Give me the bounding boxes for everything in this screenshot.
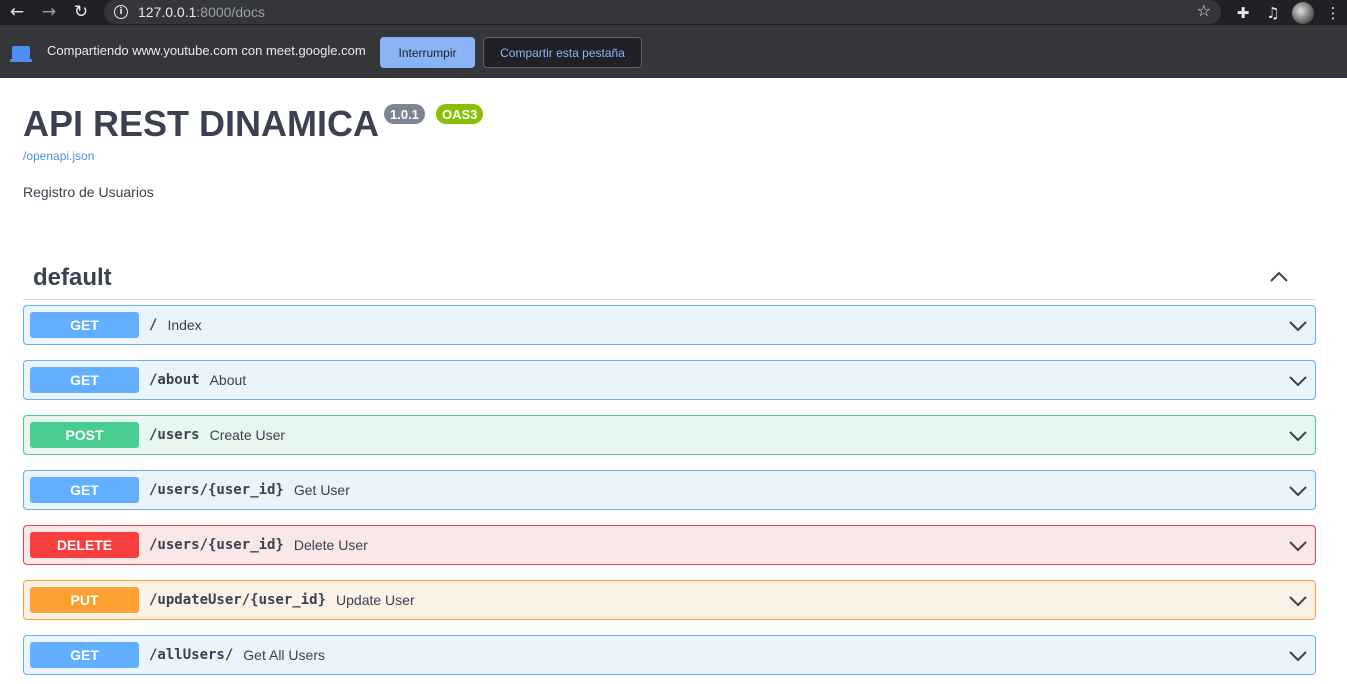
operation-get-all-users[interactable]: GET /allUsers/ Get All Users	[23, 635, 1316, 675]
api-description: Registro de Usuarios	[23, 184, 154, 200]
operation-put-update-user[interactable]: PUT /updateUser/{user_id} Update User	[23, 580, 1316, 620]
extensions-puzzle-icon[interactable]: ✚	[1232, 2, 1254, 24]
site-info-icon[interactable]: i	[114, 5, 128, 19]
operation-path: /	[149, 317, 158, 333]
chevron-down-icon[interactable]	[1287, 480, 1309, 502]
screen-share-icon	[10, 46, 32, 62]
operation-summary: Delete User	[293, 537, 368, 553]
media-control-icon[interactable]: ♫	[1262, 2, 1284, 24]
operation-path: /users	[149, 427, 200, 443]
url-path: :8000/docs	[196, 4, 265, 20]
stop-sharing-button[interactable]: Interrumpir	[380, 37, 475, 68]
chevron-down-icon[interactable]	[1287, 590, 1309, 612]
operation-get-user[interactable]: GET /users/{user_id} Get User	[23, 470, 1316, 510]
chevron-down-icon[interactable]	[1287, 315, 1309, 337]
swagger-ui: API REST DINAMICA 1.0.1 OAS3 /openapi.js…	[0, 78, 1347, 684]
operation-summary: Get All Users	[243, 647, 325, 663]
operation-get-index[interactable]: GET / Index	[23, 305, 1316, 345]
chevron-down-icon[interactable]	[1287, 645, 1309, 667]
operations-list: GET / Index GET /about About POST /users…	[23, 305, 1316, 684]
operation-path: /users/{user_id}	[149, 537, 284, 553]
tag-name: default	[33, 263, 112, 291]
tag-section-header[interactable]: default	[23, 256, 1316, 300]
profile-avatar[interactable]	[1292, 1, 1314, 24]
operation-path: /about	[149, 372, 200, 388]
operation-get-about[interactable]: GET /about About	[23, 360, 1316, 400]
operation-path: /allUsers/	[149, 647, 234, 663]
browser-menu-icon[interactable]: ⋮	[1322, 2, 1344, 24]
operation-path: /users/{user_id}	[149, 482, 284, 498]
method-badge: DELETE	[30, 532, 139, 558]
back-arrow-icon[interactable]: ←	[6, 1, 28, 23]
operation-post-users[interactable]: POST /users Create User	[23, 415, 1316, 455]
version-badge: 1.0.1	[384, 104, 425, 124]
forward-arrow-icon[interactable]: →	[38, 1, 60, 23]
screen-share-infobar: Compartiendo www.youtube.com con meet.go…	[0, 25, 1347, 78]
operation-summary: Create User	[209, 427, 286, 443]
method-badge: GET	[30, 367, 139, 393]
openapi-spec-link[interactable]: /openapi.json	[23, 149, 94, 163]
chevron-up-icon[interactable]	[1268, 266, 1290, 288]
url-text: 127.0.0.1:8000/docs	[138, 4, 265, 20]
chevron-down-icon[interactable]	[1287, 535, 1309, 557]
operation-path: /updateUser/{user_id}	[149, 592, 327, 608]
chevron-down-icon[interactable]	[1287, 425, 1309, 447]
bookmark-star-icon[interactable]: ☆	[1197, 1, 1211, 20]
reload-icon[interactable]: ↻	[70, 1, 92, 23]
share-message: Compartiendo www.youtube.com con meet.go…	[47, 43, 366, 58]
browser-toolbar: ← → ↻ i 127.0.0.1:8000/docs ☆ ✚ ♫ ⋮	[0, 0, 1347, 25]
method-badge: GET	[30, 642, 139, 668]
operation-summary: Get User	[293, 482, 350, 498]
method-badge: GET	[30, 477, 139, 503]
operation-summary: Update User	[336, 592, 415, 608]
method-badge: GET	[30, 312, 139, 338]
operation-delete-user[interactable]: DELETE /users/{user_id} Delete User	[23, 525, 1316, 565]
method-badge: PUT	[30, 587, 139, 613]
oas-badge: OAS3	[436, 104, 484, 124]
operation-summary: About	[209, 372, 247, 388]
chevron-down-icon[interactable]	[1287, 370, 1309, 392]
operation-summary: Index	[167, 317, 202, 333]
browser-actions: ✚ ♫ ⋮	[1232, 0, 1344, 25]
page-title: API REST DINAMICA	[23, 103, 380, 144]
url-host: 127.0.0.1	[138, 4, 197, 20]
share-this-tab-button[interactable]: Compartir esta pestaña	[483, 37, 642, 68]
address-bar[interactable]: i 127.0.0.1:8000/docs ☆	[104, 0, 1221, 24]
method-badge: POST	[30, 422, 139, 448]
